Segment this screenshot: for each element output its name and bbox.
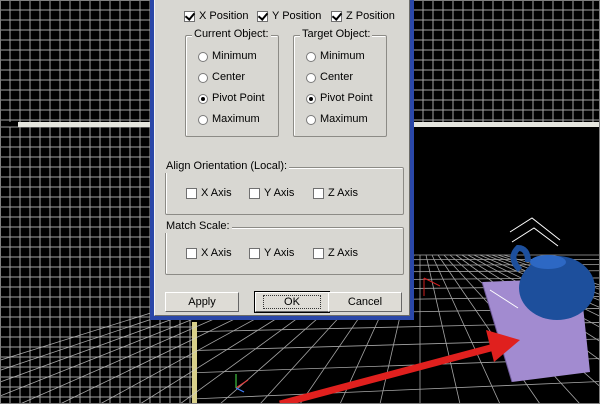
scale-y-axis-label: Y Axis <box>264 247 295 259</box>
x-position-checkbox[interactable] <box>184 11 195 22</box>
scale-x-axis-checkbox[interactable] <box>186 248 197 259</box>
ok-button[interactable]: OK <box>254 291 330 313</box>
scale-y-axis-checkbox[interactable] <box>249 248 260 259</box>
scale-z-axis-label: Z Axis <box>328 247 358 259</box>
target-pivot-point-label: Pivot Point <box>320 92 373 104</box>
top-left-viewport-grid <box>0 0 152 122</box>
viewport-separator-horizontal[interactable] <box>18 122 153 127</box>
3d-viewport-area[interactable]: X Position Y Position Z Position Current… <box>0 0 600 404</box>
top-right-viewport-grid <box>412 0 600 122</box>
dialog-body: X Position Y Position Z Position Current… <box>154 0 410 316</box>
scale-x-axis-label: X Axis <box>201 247 232 259</box>
orientation-z-axis-label: Z Axis <box>328 187 358 199</box>
orientation-y-axis-label: Y Axis <box>264 187 295 199</box>
orientation-z-axis-checkbox[interactable] <box>313 188 324 199</box>
apply-button[interactable]: Apply <box>165 292 239 312</box>
match-scale-group: Match Scale: X Axis Y Axis Z Axis <box>164 220 404 275</box>
cancel-button[interactable]: Cancel <box>328 292 402 312</box>
z-position-checkbox[interactable] <box>331 11 342 22</box>
current-pivot-point-radio[interactable] <box>198 94 208 104</box>
y-position-checkbox[interactable] <box>257 11 268 22</box>
z-position-label: Z Position <box>346 10 395 22</box>
target-minimum-label: Minimum <box>320 50 365 62</box>
align-orientation-title: Align Orientation (Local): <box>164 160 290 173</box>
current-pivot-point-label: Pivot Point <box>212 92 265 104</box>
target-center-label: Center <box>320 71 354 83</box>
x-position-label: X Position <box>199 10 249 22</box>
current-maximum-label: Maximum <box>212 113 260 125</box>
current-minimum-radio[interactable] <box>198 52 208 62</box>
target-minimum-radio[interactable] <box>306 52 316 62</box>
target-maximum-label: Maximum <box>320 113 368 125</box>
target-object-title: Target Object: <box>300 28 373 41</box>
target-center-radio[interactable] <box>306 73 316 83</box>
align-orientation-group: Align Orientation (Local): X Axis Y Axis… <box>164 160 404 215</box>
y-position-label: Y Position <box>272 10 322 22</box>
current-object-group: Current Object: Minimum Center Pivot Poi… <box>185 28 279 137</box>
target-object-group: Target Object: Minimum Center Pivot Poin… <box>293 28 387 137</box>
current-object-title: Current Object: <box>192 28 271 41</box>
current-center-label: Center <box>212 71 246 83</box>
align-selection-dialog: X Position Y Position Z Position Current… <box>150 0 414 320</box>
viewport-separator-horizontal-right[interactable] <box>412 122 600 127</box>
current-minimum-label: Minimum <box>212 50 257 62</box>
match-scale-title: Match Scale: <box>164 220 232 233</box>
target-pivot-point-radio[interactable] <box>306 94 316 104</box>
ok-button-label: OK <box>263 295 321 309</box>
current-center-radio[interactable] <box>198 73 208 83</box>
orientation-x-axis-label: X Axis <box>201 187 232 199</box>
scale-z-axis-checkbox[interactable] <box>313 248 324 259</box>
target-maximum-radio[interactable] <box>306 115 316 125</box>
orientation-x-axis-checkbox[interactable] <box>186 188 197 199</box>
current-maximum-radio[interactable] <box>198 115 208 125</box>
orientation-y-axis-checkbox[interactable] <box>249 188 260 199</box>
